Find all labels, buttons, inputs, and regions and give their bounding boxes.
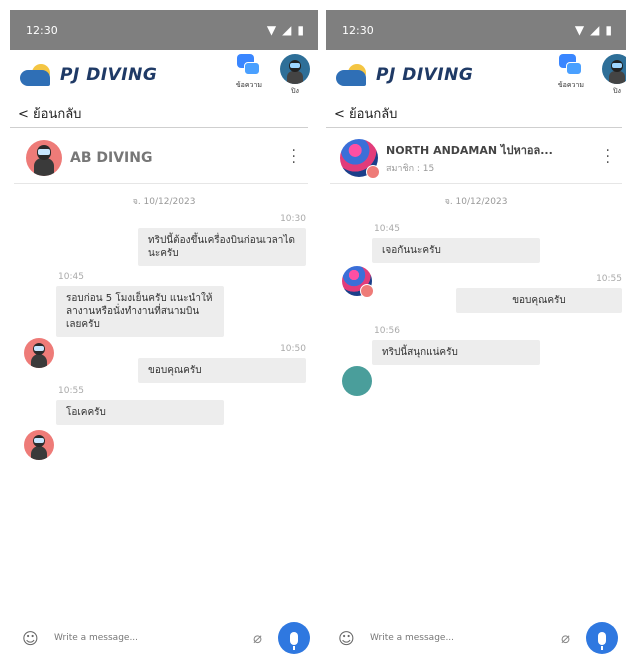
message-bubble-incoming[interactable]: ทริปนี้สนุกแน่ครับ <box>372 340 540 365</box>
message-bubble-outgoing[interactable]: ขอบคุณครับ <box>456 288 622 313</box>
message-time: 10:30 <box>280 214 306 224</box>
left-phone-screen: 12:30 ▼ ◢ ▮ PJ DIVING ข้อความ ปิง < ย้อน… <box>10 10 318 662</box>
message-list: 10:45 เจอกันนะครับ 10:55 ขอบคุณครับ 10:5… <box>326 208 626 628</box>
member-mini-avatar <box>366 164 380 179</box>
messages-nav-label: ข้อความ <box>235 81 262 89</box>
sender-avatar[interactable] <box>342 266 374 298</box>
chat-header: NORTH ANDAMAN ไปหาอล... สมาชิก : 15 · · · <box>330 132 622 184</box>
paperclip-icon[interactable]: ⌀ <box>253 629 262 647</box>
profile-avatar <box>602 54 626 84</box>
profile-avatar <box>280 54 310 84</box>
logo-mark-icon <box>20 64 54 86</box>
microphone-icon <box>290 631 298 650</box>
back-button[interactable]: < ย้อนกลับ <box>10 100 308 128</box>
messages-nav-button[interactable]: ข้อความ <box>558 54 584 91</box>
sender-avatar[interactable] <box>24 338 54 368</box>
status-bar: 12:30 ▼ ◢ ▮ <box>326 10 626 50</box>
date-separator: จ. 10/12/2023 <box>132 197 196 207</box>
emoji-icon[interactable]: ☺ <box>338 629 360 648</box>
signal-icon: ◢ <box>282 23 292 37</box>
message-time: 10:55 <box>596 274 622 284</box>
chat-header: AB DIVING · · · <box>14 132 308 184</box>
logo-text: PJ DIVING <box>60 65 158 85</box>
status-icons: ▼ ◢ ▮ <box>575 23 612 37</box>
group-avatar[interactable] <box>340 138 380 179</box>
back-button[interactable]: < ย้อนกลับ <box>326 100 622 128</box>
message-list: 10:30 ทริปนี้ต้องขึ้นเครื่องบินก่อนเวลาไ… <box>10 208 318 628</box>
message-input-bar: ☺ Write a message... ⌀ <box>10 620 318 656</box>
chat-avatar[interactable] <box>26 139 62 176</box>
chat-title-block: NORTH ANDAMAN ไปหาอล... สมาชิก : 15 <box>386 141 553 175</box>
logo-mark-icon <box>336 64 370 86</box>
message-time: 10:45 <box>374 224 400 234</box>
more-vertical-icon[interactable]: · · · <box>606 144 610 170</box>
message-bubble-incoming[interactable]: รอบก่อน 5 โมงเย็นครับ แนะนำให้ลางานหรือน… <box>56 286 224 337</box>
message-bubble-incoming[interactable]: โอเคครับ <box>56 400 224 425</box>
app-bar: PJ DIVING ข้อความ ปิง <box>326 50 626 100</box>
app-logo[interactable]: PJ DIVING <box>336 64 473 86</box>
messages-nav-button[interactable]: ข้อความ <box>236 54 262 91</box>
chat-title: NORTH ANDAMAN ไปหาอล... <box>386 143 553 157</box>
status-icons: ▼ ◢ ▮ <box>267 23 304 37</box>
sender-avatar[interactable] <box>24 430 54 460</box>
more-vertical-icon[interactable]: · · · <box>292 144 296 170</box>
sender-avatar[interactable] <box>342 366 372 396</box>
emoji-icon[interactable]: ☺ <box>22 629 44 648</box>
member-mini-avatar <box>360 284 374 298</box>
chat-title: AB DIVING <box>70 149 153 166</box>
microphone-icon <box>598 631 606 650</box>
voice-record-button[interactable] <box>278 622 310 654</box>
app-bar-actions: ข้อความ ปิง <box>558 54 626 97</box>
date-separator: จ. 10/12/2023 <box>444 197 508 207</box>
profile-nav-button[interactable]: ปิง <box>280 54 310 97</box>
wifi-icon: ▼ <box>574 23 585 37</box>
wifi-icon: ▼ <box>266 23 277 37</box>
status-bar: 12:30 ▼ ◢ ▮ <box>10 10 318 50</box>
message-bubble-incoming[interactable]: เจอกันนะครับ <box>372 238 540 263</box>
message-time: 10:45 <box>58 272 84 282</box>
screenshot-stage: 12:30 ▼ ◢ ▮ PJ DIVING ข้อความ ปิง < ย้อน… <box>0 0 626 666</box>
app-logo[interactable]: PJ DIVING <box>20 64 157 86</box>
paperclip-icon[interactable]: ⌀ <box>561 629 570 647</box>
right-phone-screen: 12:30 ▼ ◢ ▮ PJ DIVING ข้อความ ปิง < ย้อน… <box>326 10 626 662</box>
battery-icon: ▮ <box>605 23 612 37</box>
message-bubble-outgoing[interactable]: ขอบคุณครับ <box>138 358 306 383</box>
app-bar-actions: ข้อความ ปิง <box>236 54 310 97</box>
profile-nav-label: ปิง <box>291 87 299 95</box>
message-input-bar: ☺ Write a message... ⌀ <box>326 620 626 656</box>
voice-record-button[interactable] <box>586 622 618 654</box>
message-input[interactable]: Write a message... <box>360 633 561 643</box>
app-bar: PJ DIVING ข้อความ ปิง <box>10 50 318 100</box>
profile-nav-button[interactable]: ปิง <box>602 54 626 97</box>
logo-text: PJ DIVING <box>376 65 474 85</box>
message-time: 10:55 <box>58 386 84 396</box>
signal-icon: ◢ <box>590 23 600 37</box>
battery-icon: ▮ <box>297 23 304 37</box>
profile-nav-label: ปิง <box>613 87 621 95</box>
message-bubbles-icon <box>558 54 583 78</box>
member-count: สมาชิก : 15 <box>386 163 435 174</box>
messages-nav-label: ข้อความ <box>557 81 584 89</box>
message-time: 10:50 <box>280 344 306 354</box>
status-time: 12:30 <box>26 23 58 37</box>
message-input[interactable]: Write a message... <box>44 633 253 643</box>
message-bubbles-icon <box>236 54 261 78</box>
status-time: 12:30 <box>342 23 374 37</box>
message-bubble-outgoing[interactable]: ทริปนี้ต้องขึ้นเครื่องบินก่อนเวลาไดนะครั… <box>138 228 306 266</box>
message-time: 10:56 <box>374 326 400 336</box>
